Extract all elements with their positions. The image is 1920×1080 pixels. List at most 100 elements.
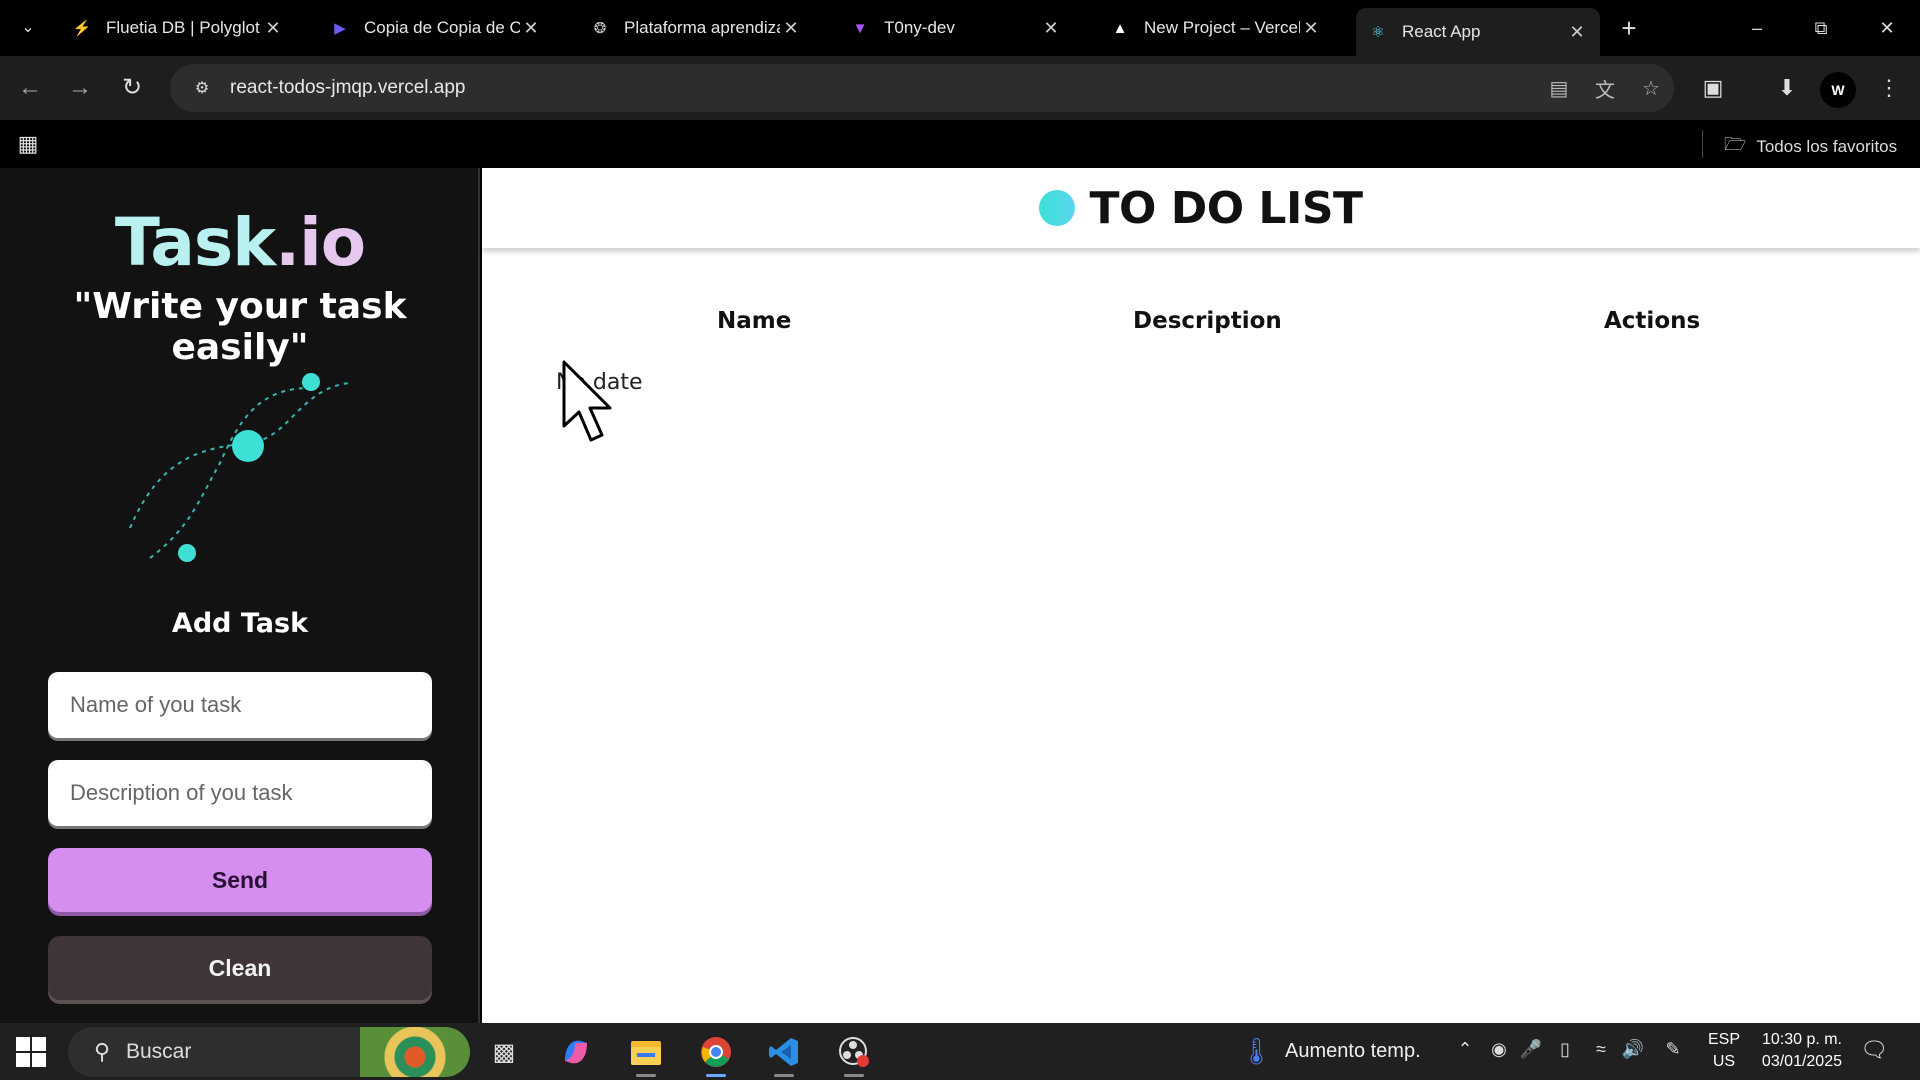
translate-icon[interactable]: 文 xyxy=(1582,74,1628,103)
running-indicator xyxy=(636,1074,656,1077)
chrome-icon[interactable] xyxy=(694,1031,738,1077)
input-language[interactable]: ESP US xyxy=(1706,1029,1742,1073)
page-title: TO DO LIST xyxy=(1089,182,1363,234)
tab-vercel[interactable]: ▲ New Project – Vercel ✕ xyxy=(1098,8,1334,48)
new-tab-button[interactable]: + xyxy=(1613,14,1645,44)
keyboard-layout: US xyxy=(1712,1053,1736,1070)
bolt-icon: ⚡ xyxy=(72,20,92,37)
tab-title: Copia de Copia de Ch xyxy=(364,18,520,37)
clock-date: 03/01/2025 xyxy=(1761,1053,1842,1070)
divider xyxy=(1702,130,1703,158)
slides-icon: ▶ xyxy=(334,20,346,37)
all-bookmarks-label: Todos los favoritos xyxy=(1756,137,1898,156)
pen-icon[interactable]: ✎ xyxy=(1660,1039,1686,1060)
taskbar-search[interactable]: ⚲ Buscar xyxy=(68,1027,470,1077)
clean-button[interactable]: Clean xyxy=(48,936,432,1000)
tab-search-icon[interactable]: ⌄ xyxy=(12,14,44,42)
battery-icon[interactable]: ▯ xyxy=(1552,1039,1578,1060)
sidebar: Task.io "Write your task easily" Add Tas… xyxy=(0,168,480,1023)
page-header: TO DO LIST xyxy=(482,168,1920,248)
notification-icon[interactable]: 🗨 xyxy=(1860,1037,1888,1065)
all-bookmarks-button[interactable]: 🗁 Todos los favoritos xyxy=(1724,132,1897,162)
column-header-description: Description xyxy=(1133,308,1282,334)
send-button[interactable]: Send xyxy=(48,848,432,912)
bookmark-star-icon[interactable]: ☆ xyxy=(1628,76,1674,101)
tab-copia[interactable]: ▶ Copia de Copia de Ch ✕ xyxy=(318,8,554,48)
reload-icon[interactable]: ↻ xyxy=(114,70,150,106)
column-header-actions: Actions xyxy=(1604,308,1701,334)
vscode-icon[interactable] xyxy=(762,1031,806,1077)
os-taskbar: ⚲ Buscar ▩ 🌡 Aumento temp. ⌃ ◉ 🎤 ▯ ≈ 🔊 ✎… xyxy=(0,1023,1920,1080)
obs-icon[interactable] xyxy=(832,1031,876,1077)
tab-tony-dev[interactable]: ▼ T0ny-dev ✕ xyxy=(838,8,1074,48)
system-clock[interactable]: 10:30 p. m. 03/01/2025 xyxy=(1750,1029,1842,1073)
wifi-icon[interactable]: ≈ xyxy=(1588,1039,1614,1060)
running-indicator xyxy=(844,1074,864,1077)
brand-logo: Task.io xyxy=(0,204,480,281)
microphone-icon[interactable]: 🎤 xyxy=(1518,1039,1544,1060)
tab-title: New Project – Vercel xyxy=(1144,18,1300,37)
close-window-button[interactable]: ✕ xyxy=(1864,12,1910,44)
running-indicator xyxy=(706,1074,726,1077)
brand-suffix: .io xyxy=(275,204,366,281)
tab-title: Plataforma aprendiza xyxy=(624,18,780,37)
clock-time: 10:30 p. m. xyxy=(1761,1031,1842,1048)
profile-avatar[interactable]: W xyxy=(1820,72,1856,108)
camera-icon[interactable]: ◉ xyxy=(1486,1039,1512,1060)
browser-tab-strip: ⌄ ⚡ Fluetia DB | Polyglot | ✕ ▶ Copia de… xyxy=(0,0,1920,56)
close-icon[interactable]: ✕ xyxy=(262,18,284,39)
install-app-icon[interactable]: ▤ xyxy=(1536,76,1582,101)
download-icon[interactable]: ⬇ xyxy=(1768,70,1806,106)
add-task-title: Add Task xyxy=(171,608,309,639)
browser-toolbar: ← → ↻ ⚙ react-todos-jmqp.vercel.app ▤ 文 … xyxy=(0,56,1920,120)
react-icon: ⚛ xyxy=(1371,24,1385,41)
menu-kebab-icon[interactable]: ⋮ xyxy=(1870,70,1908,106)
tab-fluetia[interactable]: ⚡ Fluetia DB | Polyglot | ✕ xyxy=(60,8,296,48)
search-placeholder: Buscar xyxy=(126,1040,192,1063)
vite-icon: ▼ xyxy=(852,19,868,37)
tab-react-app[interactable]: ⚛ React App ✕ xyxy=(1356,8,1600,56)
vercel-icon: ▲ xyxy=(1112,19,1128,37)
minimize-button[interactable]: – xyxy=(1734,12,1780,44)
tab-plataforma[interactable]: ❂ Plataforma aprendiza ✕ xyxy=(578,8,814,48)
tab-title: Fluetia DB | Polyglot | xyxy=(106,18,262,37)
close-icon[interactable]: ✕ xyxy=(1300,18,1322,39)
url-text[interactable]: react-todos-jmqp.vercel.app xyxy=(230,77,1536,99)
volume-icon[interactable]: 🔊 xyxy=(1620,1039,1646,1060)
file-explorer-icon[interactable] xyxy=(624,1031,668,1077)
site-info-icon[interactable]: ⚙ xyxy=(182,78,222,98)
tagline: "Write your task easily" xyxy=(73,286,407,368)
task-view-icon[interactable]: ▩ xyxy=(482,1031,526,1073)
thermometer-icon: 🌡 xyxy=(1240,1036,1274,1066)
bookmarks-bar: ▦ 🗁 Todos los favoritos xyxy=(0,120,1920,168)
column-header-name: Name xyxy=(717,308,792,334)
tab-title: T0ny-dev xyxy=(884,18,955,37)
chevron-up-icon[interactable]: ⌃ xyxy=(1452,1039,1478,1060)
forward-icon[interactable]: → xyxy=(62,70,98,106)
close-icon[interactable]: ✕ xyxy=(520,18,542,39)
extensions-icon[interactable]: ▣ xyxy=(1694,70,1732,106)
language-code: ESP xyxy=(1707,1031,1740,1048)
main-panel: TO DO LIST Name Description Actions No d… xyxy=(482,168,1920,1023)
running-indicator xyxy=(774,1074,794,1077)
weather-text: Aumento temp. xyxy=(1285,1040,1421,1062)
weather-widget[interactable]: 🌡 Aumento temp. xyxy=(1240,1023,1421,1080)
close-icon[interactable]: ✕ xyxy=(780,18,802,39)
address-bar[interactable]: ⚙ react-todos-jmqp.vercel.app ▤ 文 ☆ xyxy=(170,64,1674,112)
tab-title: React App xyxy=(1402,22,1481,41)
restore-button[interactable]: ⧉ xyxy=(1798,12,1844,44)
close-icon[interactable]: ✕ xyxy=(1566,22,1588,43)
back-icon[interactable]: ← xyxy=(12,70,48,106)
search-highlight-image xyxy=(360,1027,470,1077)
orbit-illustration xyxy=(129,373,351,562)
mouse-cursor-icon xyxy=(562,360,612,442)
task-description-input[interactable] xyxy=(48,760,432,826)
openai-icon: ❂ xyxy=(593,20,607,37)
status-dot-icon xyxy=(1039,190,1076,226)
copilot-icon[interactable] xyxy=(554,1031,598,1073)
windows-start-icon[interactable] xyxy=(14,1035,48,1069)
apps-grid-icon[interactable]: ▦ xyxy=(16,132,40,156)
close-icon[interactable]: ✕ xyxy=(1040,18,1062,39)
brand-main: Task xyxy=(114,204,276,281)
task-name-input[interactable] xyxy=(48,672,432,738)
